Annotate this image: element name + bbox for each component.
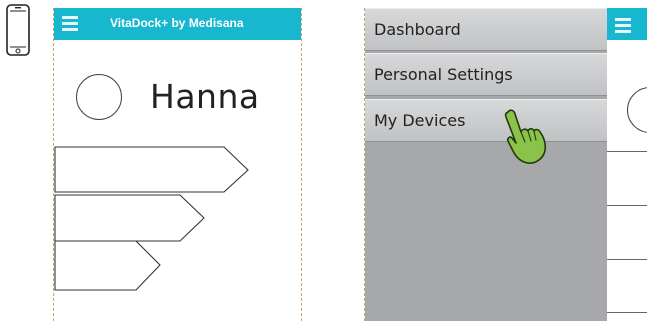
- divider: [607, 312, 647, 313]
- hamburger-icon[interactable]: [615, 18, 631, 36]
- menu-item-personal-settings[interactable]: Personal Settings: [365, 53, 607, 96]
- content-peek: [607, 8, 647, 321]
- app-header-partial: [607, 8, 647, 40]
- phone-screen-home: VitaDock+ by Medisana Hanna: [53, 8, 302, 321]
- divider: [607, 151, 647, 152]
- hamburger-icon[interactable]: [62, 16, 78, 34]
- hand-pointer-icon: [504, 109, 547, 164]
- menu-item-dashboard[interactable]: Dashboard: [365, 8, 607, 51]
- divider: [607, 259, 647, 260]
- smartphone-icon: [6, 4, 30, 56]
- menu-item-label: My Devices: [374, 111, 466, 130]
- menu-arrow-item-3[interactable]: [54, 240, 169, 294]
- menu-arrow-item-1[interactable]: [54, 146, 254, 198]
- app-title: VitaDock+ by Medisana: [110, 16, 244, 30]
- avatar-partial: [627, 87, 647, 133]
- navigation-drawer: Dashboard Personal Settings My Devices: [365, 8, 607, 321]
- divider: [607, 205, 647, 206]
- avatar[interactable]: [76, 74, 122, 120]
- menu-item-label: Dashboard: [374, 20, 461, 39]
- menu-arrow-item-2[interactable]: [54, 194, 214, 246]
- menu-item-label: Personal Settings: [374, 65, 513, 84]
- menu-item-my-devices[interactable]: My Devices: [365, 99, 607, 142]
- app-header: VitaDock+ by Medisana: [54, 8, 301, 40]
- user-name: Hanna: [150, 77, 260, 116]
